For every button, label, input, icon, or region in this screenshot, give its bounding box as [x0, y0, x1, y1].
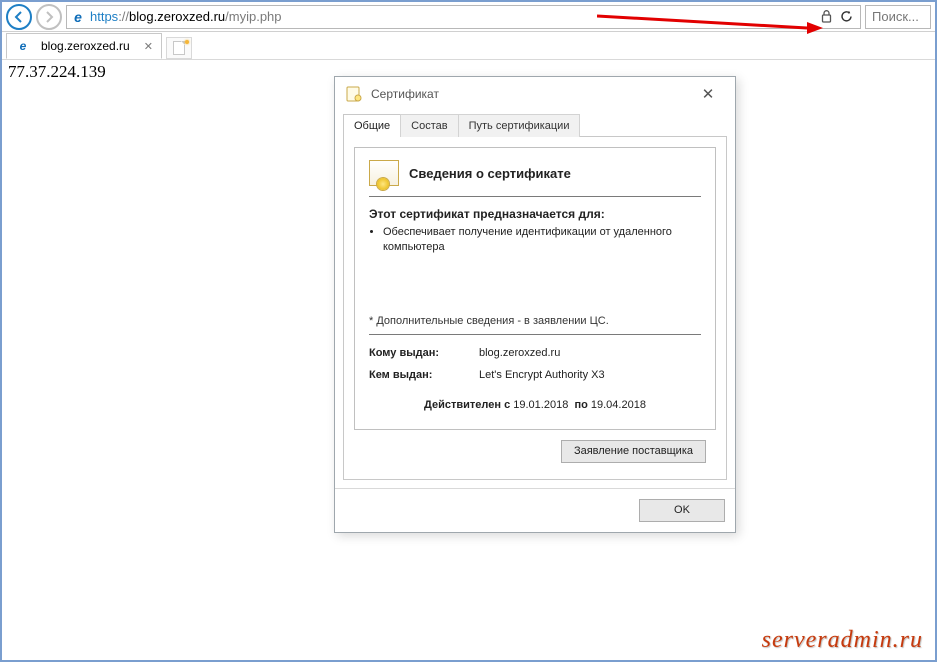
nav-toolbar: e https://blog.zeroxzed.ru/myip.php Поис…	[2, 2, 935, 32]
certificate-dialog: Сертификат ✕ Общие Состав Путь сертифика…	[334, 76, 736, 533]
refresh-icon[interactable]	[839, 10, 853, 24]
search-placeholder: Поиск...	[872, 9, 919, 24]
browser-window: e https://blog.zeroxzed.ru/myip.php Поис…	[0, 0, 937, 662]
new-tab-button[interactable]	[166, 37, 192, 59]
url-text: https://blog.zeroxzed.ru/myip.php	[90, 9, 815, 24]
forward-button[interactable]	[36, 4, 62, 30]
ca-statement-footnote: * Дополнительные сведения - в заявлении …	[369, 315, 701, 335]
purpose-list: Обеспечивает получение идентификации от …	[369, 225, 701, 255]
tab-general[interactable]: Общие	[343, 114, 401, 137]
dialog-title: Сертификат	[371, 87, 691, 101]
search-box[interactable]: Поиск...	[865, 5, 931, 29]
dialog-body: Сведения о сертификате Этот сертификат п…	[343, 136, 727, 480]
tab-cert-path[interactable]: Путь сертификации	[458, 114, 581, 137]
tab-close-button[interactable]: ✕	[144, 40, 153, 53]
ie-favicon: e	[15, 39, 31, 53]
tab-strip: e blog.zeroxzed.ru ✕	[2, 32, 935, 60]
page-content: 77.37.224.139	[8, 62, 106, 82]
issued-by-value: Let's Encrypt Authority X3	[479, 369, 701, 381]
watermark: serveradmin.ru	[762, 627, 923, 654]
ie-logo-icon: e	[70, 9, 86, 25]
issued-by-label: Кем выдан:	[369, 369, 479, 381]
purpose-item: Обеспечивает получение идентификации от …	[383, 225, 701, 255]
certificate-large-icon	[369, 160, 399, 186]
tab-title: blog.zeroxzed.ru	[41, 39, 130, 53]
purpose-header: Этот сертификат предназначается для:	[369, 207, 701, 221]
new-tab-icon	[173, 41, 185, 55]
dialog-close-button[interactable]: ✕	[691, 82, 725, 106]
ok-button[interactable]: OK	[639, 499, 725, 522]
issued-to-value: blog.zeroxzed.ru	[479, 347, 701, 359]
dialog-tabs: Общие Состав Путь сертификации	[335, 113, 735, 136]
tab-details[interactable]: Состав	[400, 114, 458, 137]
back-button[interactable]	[6, 4, 32, 30]
address-bar[interactable]: e https://blog.zeroxzed.ru/myip.php	[66, 5, 861, 29]
certificate-info-title: Сведения о сертификате	[409, 166, 571, 181]
dialog-titlebar: Сертификат ✕	[335, 77, 735, 111]
certificate-info: Сведения о сертификате Этот сертификат п…	[354, 147, 716, 430]
tab-active[interactable]: e blog.zeroxzed.ru ✕	[6, 33, 162, 59]
certificate-icon	[345, 85, 363, 103]
issued-to-label: Кому выдан:	[369, 347, 479, 359]
lock-icon[interactable]	[819, 10, 833, 24]
validity-line: Действителен с 19.01.2018 по 19.04.2018	[369, 399, 701, 411]
issuer-statement-button[interactable]: Заявление поставщика	[561, 440, 706, 463]
